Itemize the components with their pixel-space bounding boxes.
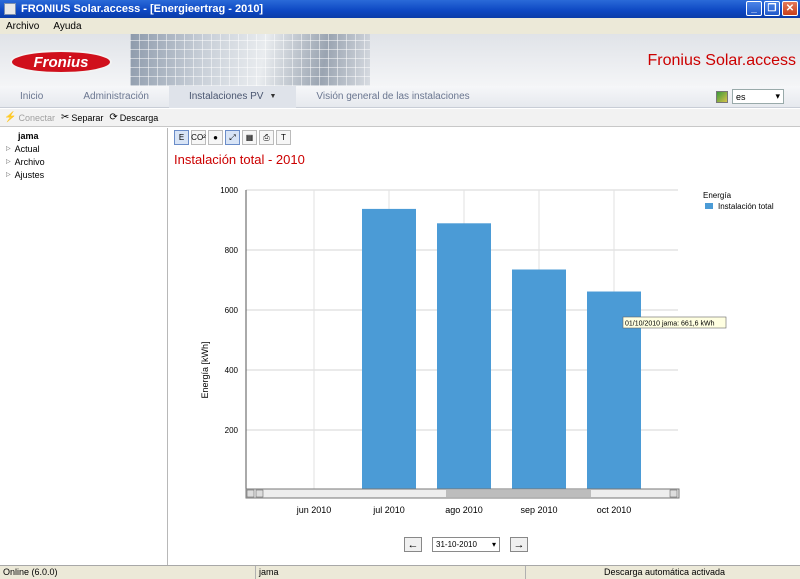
nav-instalaciones-pv[interactable]: Instalaciones PV ▼ [168,85,297,108]
expand-icon[interactable]: ▷ [6,169,11,182]
statusbar: Online (6.0.0) jama Descarga automática … [0,565,800,579]
y-tick-label: 800 [225,246,239,255]
date-navigator: ← 31-10-2010 ▾ → [404,537,528,552]
next-arrow-icon[interactable]: → [510,537,528,552]
expand-icon[interactable]: ▷ [6,143,11,156]
site-tree: jama ▷ Actual ▷ Archivo ▷ Ajustes [0,128,168,565]
app-icon [4,3,16,15]
y-tick-label: 600 [225,306,239,315]
bar[interactable] [512,269,566,491]
y-tick-label: 1000 [220,186,238,195]
tree-item-actual[interactable]: ▷ Actual [0,143,167,156]
connect-icon: ⚡ [4,112,17,123]
chevron-down-icon: ▼ [269,93,277,100]
y-tick-label: 200 [225,426,239,435]
legend-swatch [705,203,713,209]
disconnect-button[interactable]: ✂ Separar [61,112,103,123]
chevron-down-icon: ▾ [491,540,496,549]
language-icon [716,90,728,103]
x-tick-label: ago 2010 [445,505,483,515]
legend-label: Instalación total [718,202,774,211]
nav-vision-general[interactable]: Visión general de las instalaciones [296,86,489,108]
minimize-button[interactable]: _ [746,1,762,16]
nav-administracion[interactable]: Administración [63,86,169,108]
toolbar: ⚡ Conectar ✂ Separar ⟳ Descarga [0,109,800,127]
status-download: Descarga automática activada [603,567,726,577]
tree-item-archivo[interactable]: ▷ Archivo [0,156,167,169]
menubar: Archivo Ayuda [0,18,800,34]
language-dropdown[interactable]: es ▾ [732,89,784,104]
chart-legend: Energía Instalación total [703,191,774,211]
horizontal-scrollbar[interactable] [245,488,680,499]
x-tick-label: jun 2010 [296,505,332,515]
tree-root[interactable]: jama [0,130,167,143]
banner-photo [130,34,370,86]
nav-inicio[interactable]: Inicio [0,86,63,108]
fronius-logo: Fronius [10,50,112,74]
chart-panel: E CO² ● ⤢ ▦ ⎙ T Instalación total - 2010… [170,128,800,565]
chevron-down-icon: ▾ [775,91,780,101]
restore-button[interactable]: ❐ [764,1,780,16]
connect-button[interactable]: ⚡ Conectar [4,112,55,123]
language-selector[interactable]: es ▾ [716,89,784,104]
legend-title: Energía [703,191,732,200]
bar[interactable] [437,223,491,491]
download-icon: ⟳ [109,112,118,123]
window-title: FRONIUS Solar.access - [Energieertrag - … [21,3,264,15]
date-dropdown[interactable]: 31-10-2010 ▾ [432,537,500,552]
bar[interactable] [362,208,416,490]
menu-ayuda[interactable]: Ayuda [53,21,81,32]
download-button[interactable]: ⟳ Descarga [109,112,158,123]
x-tick-label: sep 2010 [520,505,557,515]
x-tick-label: oct 2010 [597,505,632,515]
main-nav: Inicio Administración Instalaciones PV ▼ … [0,85,800,108]
expand-icon[interactable]: ▷ [6,156,11,169]
close-button[interactable]: ✕ [782,1,798,16]
brand-title: Fronius Solar.access [647,52,796,69]
previous-arrow-icon[interactable]: ← [404,537,422,552]
x-tick-label: jul 2010 [372,505,405,515]
window-titlebar: FRONIUS Solar.access - [Energieertrag - … [0,0,800,18]
y-axis-label: Energía [kWh] [200,341,210,398]
status-site: jama [256,566,526,579]
y-tick-label: 400 [225,366,239,375]
value-tooltip: 01/10/2010 jama: 661,6 kWh [622,316,727,329]
menu-archivo[interactable]: Archivo [6,21,39,32]
svg-text:01/10/2010 jama: 661,6 kWh: 01/10/2010 jama: 661,6 kWh [625,321,715,328]
energy-chart: 200 400 600 800 1000 jun 2010 jul 2010 ago 2010… [200,186,774,515]
disconnect-icon: ✂ [60,112,70,123]
status-version: Online (6.0.0) [0,566,256,579]
tree-item-ajustes[interactable]: ▷ Ajustes [0,169,167,182]
